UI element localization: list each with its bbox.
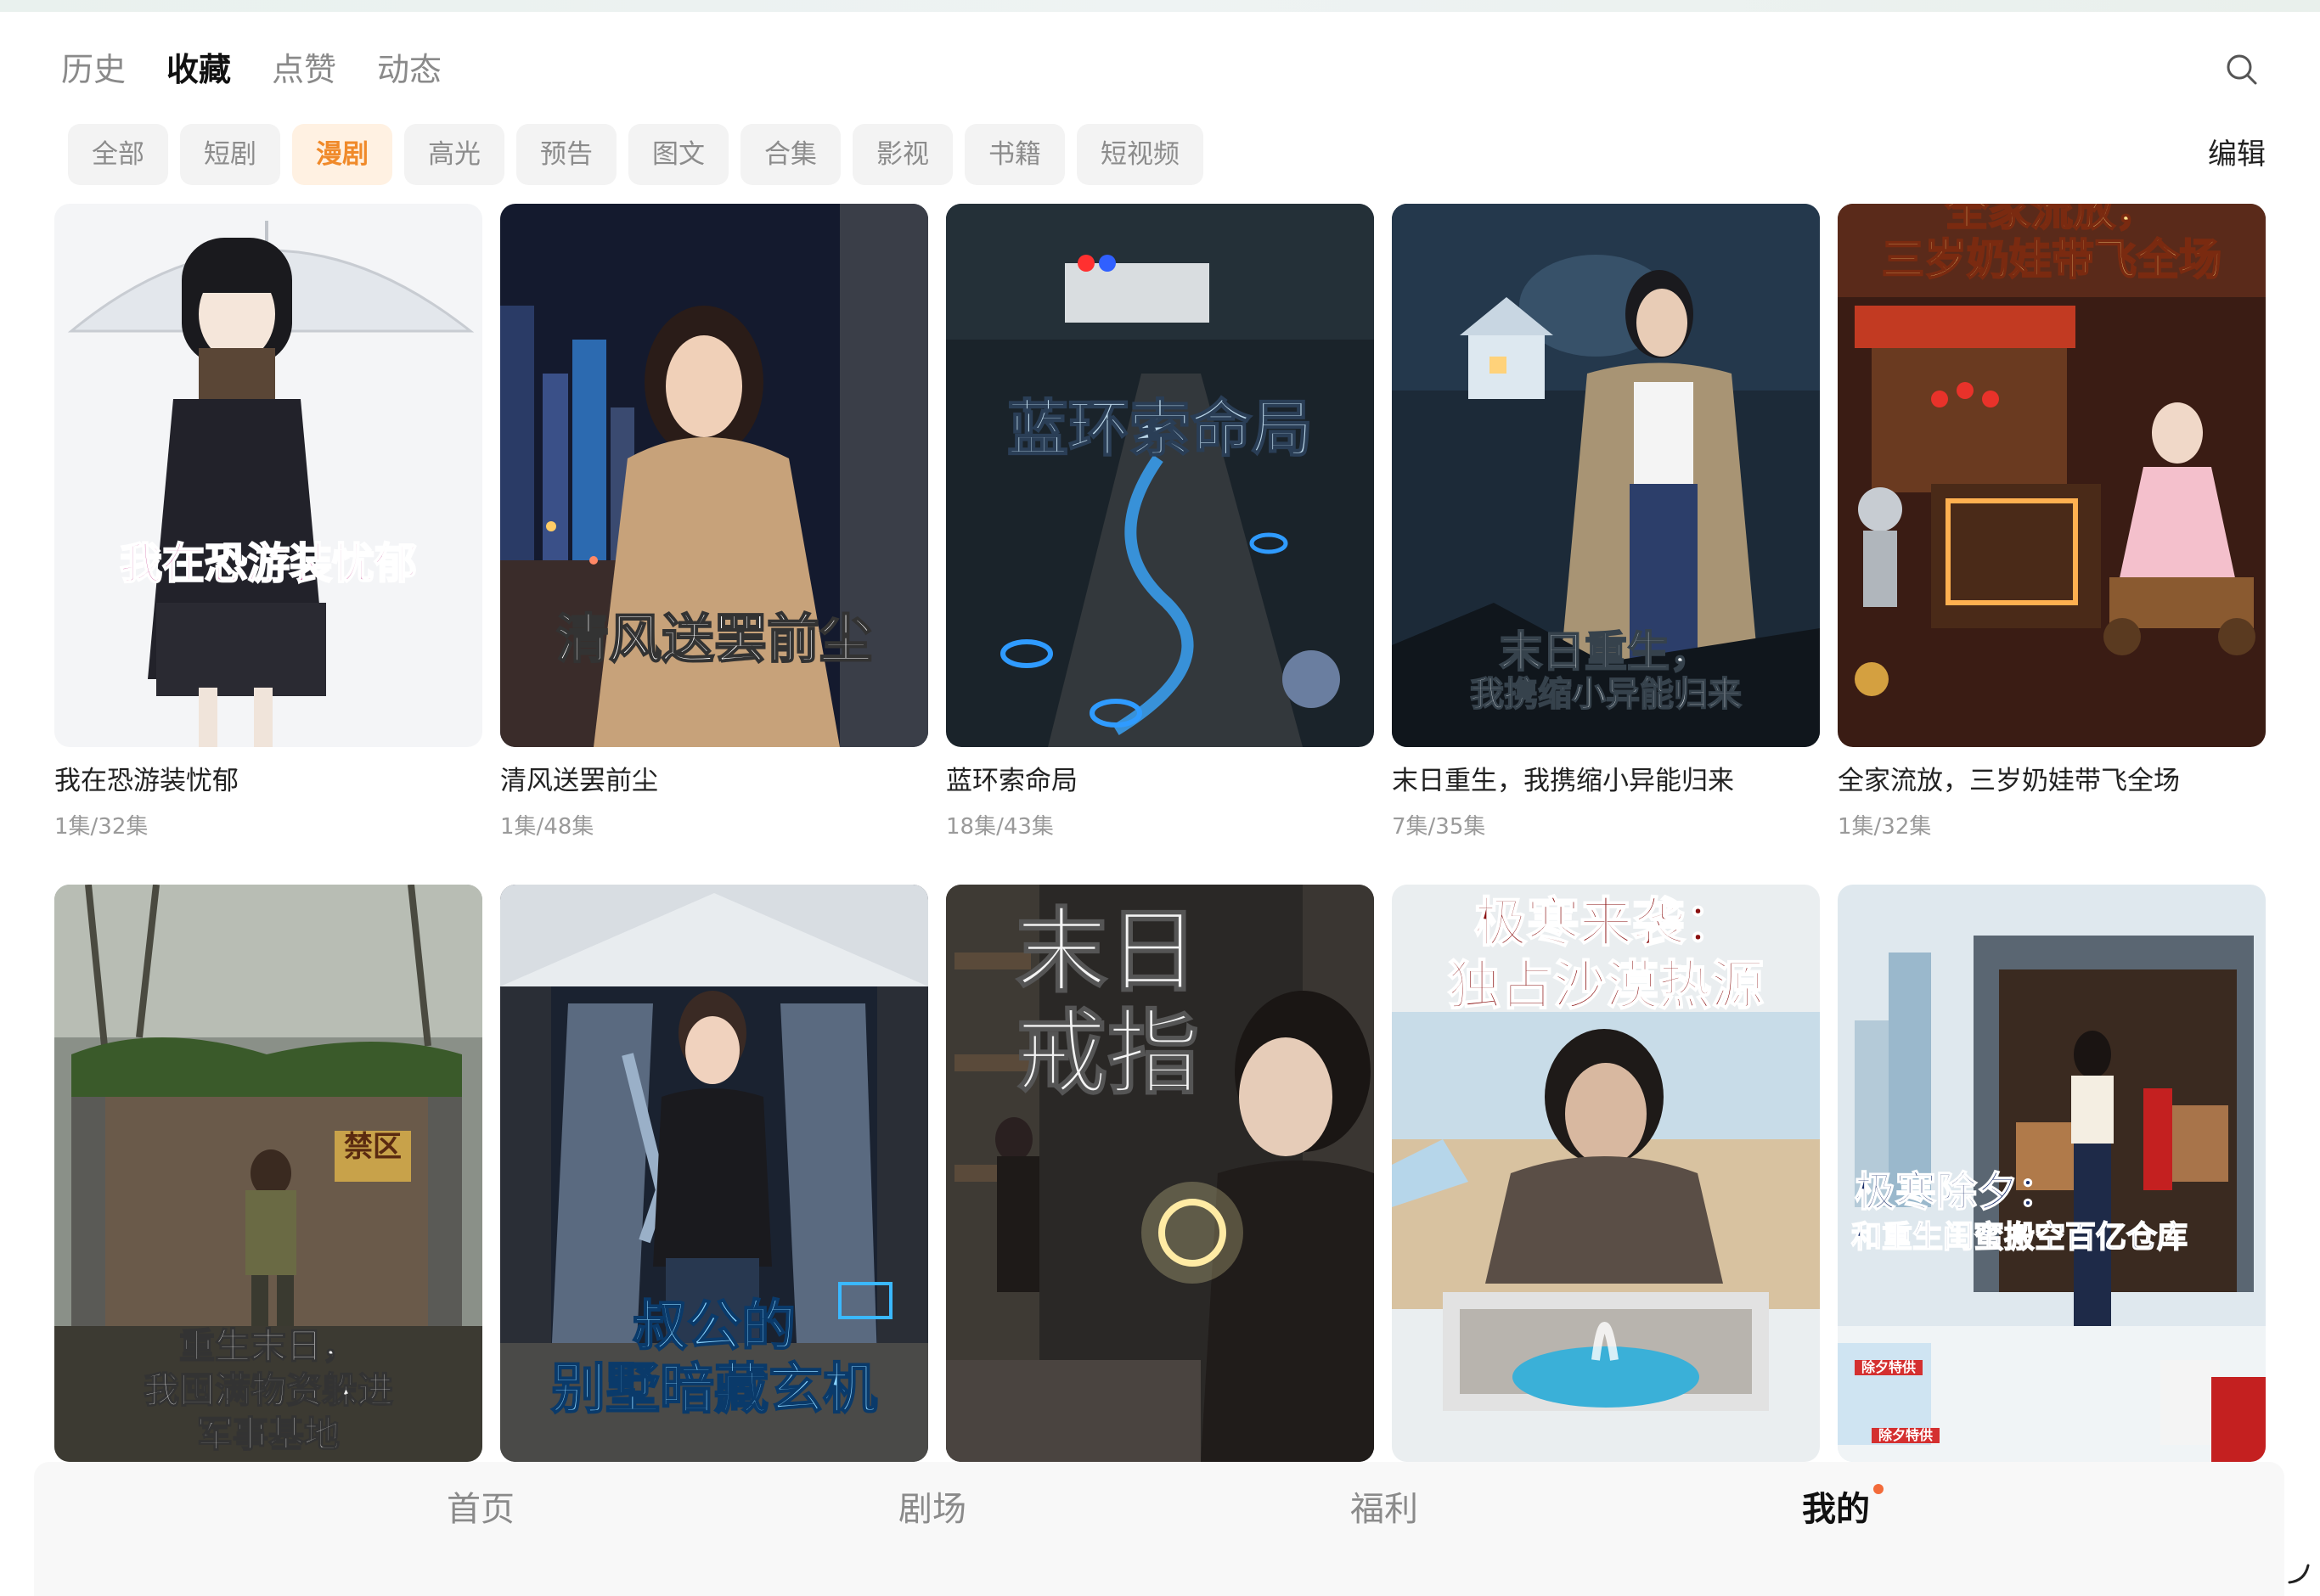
tab-likes[interactable]: 点赞 — [272, 42, 336, 97]
card-title: 末日重生，我携缩小异能归来 — [1392, 766, 1734, 796]
drama-card[interactable]: 末日重生， 我携缩小异能归来 末日重生，我携缩小异能归来 7集/35集 — [1392, 204, 1820, 842]
episode-progress: 18集/43集 — [946, 814, 1054, 840]
drama-card[interactable]: 清风送罢前尘 清风送罢前尘 1集/48集 — [500, 204, 928, 842]
filter-highlights[interactable]: 高光 — [404, 124, 504, 185]
drama-poster: 叔公的 别墅暗藏玄机 — [500, 885, 928, 1462]
card-title: 蓝环索命局 — [946, 766, 1078, 796]
nav-benefits[interactable]: 福利 — [1350, 1484, 1418, 1535]
drama-poster: 极寒来袭： 独占沙漠热源 — [1392, 885, 1820, 1462]
nav-home[interactable]: 首页 — [447, 1484, 515, 1535]
drama-poster: 禁区 重生末日， 我囤满物资躲进 军事基地 — [54, 885, 482, 1462]
drama-card[interactable]: 我在恐游装忧郁 我在恐游装忧郁 1集/32集 — [54, 204, 482, 842]
nav-mine[interactable]: 我的 — [1802, 1484, 1870, 1535]
filter-books[interactable]: 书籍 — [965, 124, 1065, 185]
cover-title-line-2: 独占沙漠热源 — [1447, 954, 1765, 1016]
notification-dot — [1873, 1484, 1884, 1494]
cover-title: 我在恐游装忧郁 — [119, 539, 418, 588]
search-button[interactable] — [2223, 51, 2261, 88]
drama-poster: 末日重生， 我携缩小异能归来 — [1392, 204, 1820, 747]
drama-card[interactable]: 叔公的 别墅暗藏玄机 — [500, 885, 928, 1462]
cover-title-line-1: 末日重生， — [1499, 627, 1713, 677]
cover-title-line-1: 末日 — [1015, 899, 1200, 1005]
drama-poster: 极寒除夕： 和重生闺蜜搬空百亿仓库 除夕特供 除夕特供 — [1838, 885, 2266, 1462]
filter-trailers[interactable]: 预告 — [516, 124, 617, 185]
cover-title-line-1: 极寒来袭： — [1473, 891, 1738, 953]
cover-title: 蓝环索命局 — [1006, 393, 1314, 464]
cover-title-line-2: 和重生闺蜜搬空百亿仓库 — [1850, 1219, 2188, 1255]
resize-handle-icon[interactable] — [2286, 1560, 2312, 1586]
cover-title-line-2: 我囤满物资躲进 — [143, 1369, 394, 1411]
bottom-nav-bar: 首页 剧场 福利 我的 — [34, 1462, 2284, 1596]
cover-title-line-1: 极寒除夕： — [1854, 1168, 2059, 1216]
drama-card[interactable]: 极寒除夕： 和重生闺蜜搬空百亿仓库 除夕特供 除夕特供 — [1838, 885, 2266, 1462]
episode-progress: 7集/35集 — [1392, 814, 1486, 840]
window-top-strip — [0, 0, 2320, 12]
filter-comic-drama[interactable]: 漫剧 — [292, 124, 392, 185]
cover-title: 清风送罢前尘 — [555, 608, 873, 670]
box-label: 除夕特供 — [1855, 1360, 1923, 1375]
episode-progress: 1集/32集 — [1838, 814, 1932, 840]
category-filter-bar: 全部 短剧 漫剧 高光 预告 图文 合集 影视 书籍 短视频 — [68, 124, 1215, 185]
tab-favorites[interactable]: 收藏 — [166, 42, 231, 97]
drama-poster: 末日 戒指 — [946, 885, 1374, 1462]
filter-all[interactable]: 全部 — [68, 124, 168, 185]
episode-progress: 1集/32集 — [54, 814, 149, 840]
drama-poster: 我在恐游装忧郁 — [54, 204, 482, 747]
drama-card[interactable]: 禁区 重生末日， 我囤满物资躲进 军事基地 — [54, 885, 482, 1462]
cover-title-line-2: 别墅暗藏玄机 — [550, 1358, 878, 1421]
cover-title-line-1: 全家流放， — [1945, 204, 2159, 235]
sign-text: 禁区 — [344, 1130, 402, 1164]
drama-card[interactable]: 蓝环索命局 蓝环索命局 18集/43集 — [946, 204, 1374, 842]
nav-theater[interactable]: 剧场 — [898, 1484, 966, 1535]
cover-title-line-3: 军事基地 — [196, 1413, 341, 1455]
cover-title-line-2: 三岁奶娃带飞全场 — [1881, 235, 2222, 284]
filter-short-drama[interactable]: 短剧 — [180, 124, 280, 185]
drama-card[interactable]: 极寒来袭： 独占沙漠热源 — [1392, 885, 1820, 1462]
filter-short-video[interactable]: 短视频 — [1077, 124, 1203, 185]
drama-card[interactable]: 末日 戒指 — [946, 885, 1374, 1462]
search-icon — [2227, 54, 2257, 85]
cover-title-line-1: 重生末日， — [178, 1325, 358, 1367]
drama-poster: 全家流放， 三岁奶娃带飞全场 — [1838, 204, 2266, 747]
filter-film-tv[interactable]: 影视 — [853, 124, 953, 185]
cover-title-line-2: 戒指 — [1015, 1001, 1200, 1107]
filter-collections[interactable]: 合集 — [740, 124, 841, 185]
cover-title-line-2: 我携缩小异能归来 — [1469, 675, 1743, 714]
top-tab-bar: 历史 收藏 点赞 动态 — [61, 42, 482, 97]
filter-image-text[interactable]: 图文 — [628, 124, 729, 185]
box-label: 除夕特供 — [1872, 1428, 1940, 1443]
edit-button[interactable]: 编辑 — [2208, 132, 2266, 177]
card-title: 我在恐游装忧郁 — [54, 766, 239, 796]
tab-activity[interactable]: 动态 — [377, 42, 442, 97]
episode-progress: 1集/48集 — [500, 814, 594, 840]
drama-poster: 蓝环索命局 — [946, 204, 1374, 747]
card-title: 清风送罢前尘 — [500, 766, 658, 796]
card-title: 全家流放，三岁奶娃带飞全场 — [1838, 766, 2180, 796]
tab-history[interactable]: 历史 — [61, 42, 126, 97]
drama-card[interactable]: 全家流放， 三岁奶娃带飞全场 全家流放，三岁奶娃带飞全场 1集/32集 — [1838, 204, 2266, 842]
cover-title-line-1: 叔公的 — [632, 1295, 797, 1358]
drama-poster: 清风送罢前尘 — [500, 204, 928, 747]
